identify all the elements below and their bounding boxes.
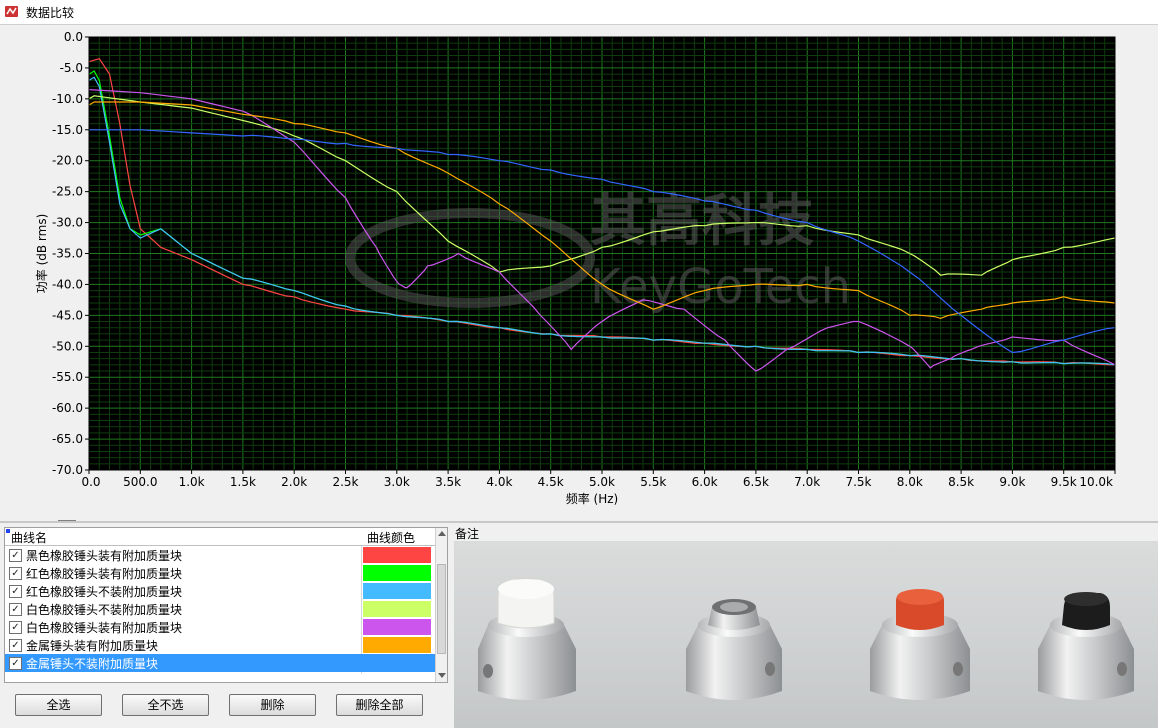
- y-tick-label: -40.0: [52, 277, 83, 291]
- y-tick-label: -25.0: [52, 185, 83, 199]
- curve-name: 白色橡胶锤头不装附加质量块: [26, 603, 183, 617]
- row-checkbox[interactable]: ✓: [9, 621, 22, 634]
- curve-name: 红色橡胶锤头装有附加质量块: [26, 567, 183, 581]
- curve-color-swatch[interactable]: [363, 601, 431, 617]
- hammer-tips-photo: [454, 541, 1158, 728]
- table-row-selected[interactable]: ✓ 金属锤头不装附加质量块: [5, 654, 435, 672]
- curve-list-panel: 曲线名 曲线颜色 ✓ 黑色橡胶锤头装有附加质量块 ✓ 红色橡胶锤头装有附加质量块…: [0, 523, 450, 728]
- row-checkbox[interactable]: ✓: [9, 657, 22, 670]
- x-tick-label: 8.5k: [948, 475, 974, 489]
- y-tick-label: -60.0: [52, 401, 83, 415]
- curve-color-swatch[interactable]: [363, 583, 431, 599]
- y-tick-label: -65.0: [52, 432, 83, 446]
- y-tick-label: -70.0: [52, 463, 83, 477]
- graph-panel: 其高科技 KeyGoTech 0.0 -5.0 -10.0 -15.0 -20.0 -25.0…: [0, 25, 1158, 538]
- x-tick-label: 2.0k: [281, 475, 307, 489]
- y-tick-label: -10.0: [52, 92, 83, 106]
- x-tick-label: 0.0: [81, 475, 100, 489]
- title-bar: 数据比较: [0, 0, 1158, 25]
- spectrum-chart[interactable]: 其高科技KeyGoTech0.0-5.0-10.0-15.0-20.0-25.0…: [0, 25, 1158, 519]
- x-tick-label: 4.5k: [538, 475, 564, 489]
- x-tick-label: 7.0k: [794, 475, 820, 489]
- table-row[interactable]: ✓ 红色橡胶锤头不装附加质量块: [5, 582, 435, 600]
- table-row[interactable]: ✓ 红色橡胶锤头装有附加质量块: [5, 564, 435, 582]
- x-tick-label: 9.5k: [1051, 475, 1077, 489]
- y-tick-label: -5.0: [60, 61, 83, 75]
- curve-table[interactable]: 曲线名 曲线颜色 ✓ 黑色橡胶锤头装有附加质量块 ✓ 红色橡胶锤头装有附加质量块…: [4, 527, 448, 683]
- table-header: 曲线名 曲线颜色: [5, 528, 435, 546]
- remarks-panel: 备注: [450, 523, 1158, 728]
- row-checkbox[interactable]: ✓: [9, 585, 22, 598]
- y-tick-label: -15.0: [52, 123, 83, 137]
- x-tick-label: 7.5k: [845, 475, 871, 489]
- x-tick-label: 1.5k: [230, 475, 256, 489]
- x-tick-label: 6.0k: [692, 475, 718, 489]
- curve-color-swatch[interactable]: [363, 619, 431, 635]
- y-tick-label: -45.0: [52, 308, 83, 322]
- curve-name: 金属锤头不装附加质量块: [26, 657, 159, 671]
- y-tick-label: -30.0: [52, 216, 83, 230]
- table-row[interactable]: ✓ 黑色橡胶锤头装有附加质量块: [5, 546, 435, 564]
- y-tick-label: -55.0: [52, 370, 83, 384]
- watermark-cn: 其高科技: [590, 189, 814, 254]
- x-tick-label: 500.0: [123, 475, 157, 489]
- x-tick-label: 5.0k: [589, 475, 615, 489]
- table-row[interactable]: ✓ 白色橡胶锤头不装附加质量块: [5, 600, 435, 618]
- table-scrollbar[interactable]: [435, 528, 447, 682]
- y-axis-label: 功率 (dB rms): [34, 214, 49, 294]
- x-tick-label: 8.0k: [897, 475, 923, 489]
- curve-name: 黑色橡胶锤头装有附加质量块: [26, 549, 183, 563]
- curve-name: 金属锤头装有附加质量块: [26, 639, 159, 653]
- scroll-down-arrow-icon[interactable]: [438, 673, 446, 678]
- x-tick-label: 10.0k: [1079, 475, 1113, 489]
- header-marker: [6, 529, 10, 533]
- row-checkbox[interactable]: ✓: [9, 567, 22, 580]
- column-header-curve-name[interactable]: 曲线名: [11, 529, 47, 546]
- select-all-button[interactable]: 全选: [15, 694, 102, 716]
- curve-color-swatch[interactable]: [363, 637, 431, 653]
- row-checkbox[interactable]: ✓: [9, 549, 22, 562]
- delete-button[interactable]: 删除: [229, 694, 316, 716]
- scroll-thumb[interactable]: [437, 564, 446, 654]
- x-tick-label: 1.0k: [179, 475, 205, 489]
- y-tick-label: 0.0: [64, 30, 83, 44]
- table-row[interactable]: ✓ 白色橡胶锤头装有附加质量块: [5, 618, 435, 636]
- x-tick-label: 9.0k: [999, 475, 1025, 489]
- x-tick-label: 6.5k: [743, 475, 769, 489]
- curve-color-swatch[interactable]: [363, 547, 431, 563]
- y-tick-label: -50.0: [52, 339, 83, 353]
- curve-name: 红色橡胶锤头不装附加质量块: [26, 585, 183, 599]
- remarks-label: 备注: [455, 527, 480, 541]
- y-tick-label: -20.0: [52, 154, 83, 168]
- scroll-up-arrow-icon[interactable]: [438, 531, 446, 536]
- table-row[interactable]: ✓ 金属锤头装有附加质量块: [5, 636, 435, 654]
- curve-name: 白色橡胶锤头装有附加质量块: [26, 621, 183, 635]
- curve-color-swatch[interactable]: [363, 565, 431, 581]
- x-tick-label: 4.0k: [486, 475, 512, 489]
- x-tick-label: 3.5k: [435, 475, 461, 489]
- row-checkbox[interactable]: ✓: [9, 639, 22, 652]
- column-header-curve-color[interactable]: 曲线颜色: [367, 529, 415, 546]
- curve-color-swatch[interactable]: [363, 655, 431, 671]
- x-tick-label: 3.0k: [384, 475, 410, 489]
- select-none-button[interactable]: 全不选: [122, 694, 209, 716]
- window-title: 数据比较: [26, 6, 75, 20]
- row-checkbox[interactable]: ✓: [9, 603, 22, 616]
- app-icon: [5, 6, 18, 17]
- x-tick-label: 2.5k: [332, 475, 358, 489]
- x-tick-label: 5.5k: [640, 475, 666, 489]
- delete-all-button[interactable]: 删除全部: [336, 694, 423, 716]
- y-tick-label: -35.0: [52, 247, 83, 261]
- x-axis-label: 频率 (Hz): [566, 491, 619, 506]
